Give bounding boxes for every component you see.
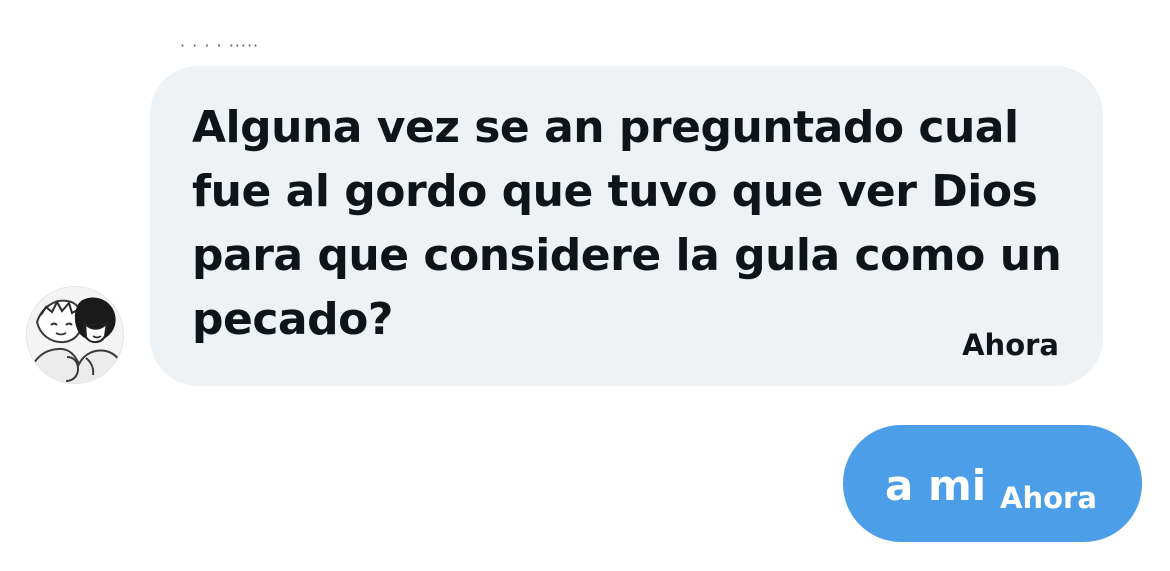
outgoing-message-bubble[interactable]: a mi Ahora: [843, 425, 1142, 542]
outgoing-message-text: a mi: [885, 461, 987, 510]
manga-avatar-icon: [27, 287, 123, 383]
incoming-message-bubble[interactable]: Alguna vez se an preguntado cual fue al …: [150, 66, 1103, 386]
cut-off-header-label: · · · · ·····: [180, 36, 260, 48]
incoming-message-text: Alguna vez se an preguntado cual fue al …: [192, 102, 1062, 345]
outgoing-message-timestamp: Ahora: [1000, 481, 1097, 515]
cut-off-header-text: · · · · ·····: [180, 30, 350, 48]
incoming-message-timestamp: Ahora: [962, 328, 1059, 362]
avatar[interactable]: [26, 286, 124, 384]
